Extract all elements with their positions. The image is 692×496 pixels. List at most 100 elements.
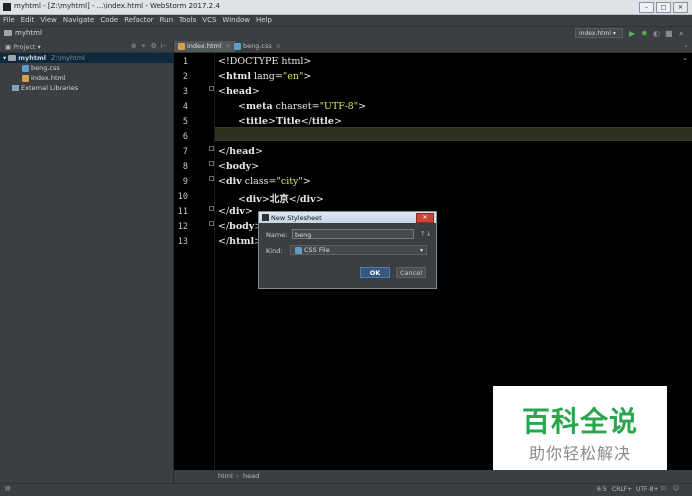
code-line-13: </html>: [218, 236, 262, 247]
folder-icon: [8, 55, 17, 61]
tree-file-index-html[interactable]: index.html: [22, 74, 66, 82]
line-separator[interactable]: CRLF+: [612, 486, 632, 493]
code-line-9: <div class="city">: [218, 176, 311, 187]
html-file-icon: [178, 43, 185, 50]
line-number: 10: [177, 192, 188, 202]
code-line-12: </body>: [218, 221, 262, 232]
inspector-icon[interactable]: ☺: [673, 485, 679, 492]
menu-run[interactable]: Run: [157, 15, 176, 26]
project-view-selector[interactable]: ▣ Project ▾: [5, 43, 41, 51]
nav-project-crumb[interactable]: myhtml: [4, 29, 42, 37]
search-icon[interactable]: ⌕: [679, 29, 683, 39]
menu-vcs[interactable]: VCS: [199, 15, 219, 26]
file-encoding[interactable]: UTF-8+: [636, 486, 659, 493]
editor-tab-bar: index.html × beng.css × ⌄: [174, 41, 692, 53]
line-number: 3: [182, 87, 188, 97]
maximize-button[interactable]: □: [656, 2, 671, 13]
watermark-title: 百科全说: [521, 405, 638, 438]
tree-external-label: External Libraries: [21, 84, 79, 92]
line-number: 2: [182, 72, 188, 82]
dialog-app-icon: [262, 214, 269, 221]
inspection-chevron-icon[interactable]: ⌄: [682, 54, 688, 62]
menu-window[interactable]: Window: [219, 15, 253, 26]
line-number: 12: [177, 222, 188, 232]
tool-windows-icon[interactable]: ▤: [5, 485, 11, 492]
fold-marker-icon[interactable]: [209, 161, 214, 166]
window-controls: – □ ✕: [639, 2, 688, 13]
fold-marker-icon[interactable]: [209, 206, 214, 211]
tab-label: beng.css: [243, 42, 272, 50]
menu-file[interactable]: File: [0, 15, 18, 26]
css-file-icon: [22, 64, 29, 72]
kind-select[interactable]: CSS File ▾: [290, 245, 427, 255]
project-tool-window: ▣ Project ▾ ⊕ ÷ ⚙ ⊢ ▾ myhtml Z:\myhtml b…: [0, 41, 176, 483]
menu-help[interactable]: Help: [253, 15, 275, 26]
tab-index-html[interactable]: index.html ×: [174, 41, 235, 52]
hide-icon[interactable]: ⊢: [161, 42, 167, 50]
css-file-icon: [295, 246, 302, 254]
code-line-10: <div>北京</div>: [238, 194, 324, 205]
coverage-icon[interactable]: ◐: [653, 29, 660, 39]
folder-icon: [4, 30, 12, 36]
expand-arrow-icon: ▾: [3, 54, 7, 62]
fold-marker-icon[interactable]: [209, 86, 214, 91]
dialog-title-bar: New Stylesheet ✕: [259, 212, 436, 223]
window-title: myhtml - [Z:\myhtml] - ...\index.html - …: [14, 2, 220, 10]
webstorm-app-icon: [3, 3, 11, 11]
collapse-icon[interactable]: ÷: [141, 42, 147, 50]
library-icon: [12, 85, 19, 91]
navigation-bar: myhtml index.html ▾ ▶ ✹ ◐ ■ ⌕: [0, 26, 692, 42]
nav-project-label: myhtml: [15, 29, 42, 37]
breadcrumb-html[interactable]: html: [218, 472, 233, 480]
debug-icon[interactable]: ✹: [641, 29, 648, 39]
window-title-bar: myhtml - [Z:\myhtml] - ...\index.html - …: [0, 0, 692, 15]
tab-beng-css[interactable]: beng.css ×: [230, 41, 285, 52]
breadcrumb-separator-icon: ›: [236, 472, 239, 480]
fold-marker-icon[interactable]: [209, 221, 214, 226]
cancel-button[interactable]: Cancel: [396, 267, 426, 278]
line-number: 4: [182, 102, 188, 112]
line-number: 8: [182, 162, 188, 172]
dialog-close-button[interactable]: ✕: [416, 213, 434, 223]
gear-icon[interactable]: ⚙: [151, 42, 157, 50]
menu-navigate[interactable]: Navigate: [60, 15, 97, 26]
code-line-11: </div>: [218, 206, 253, 217]
gutter-divider: [214, 53, 215, 470]
minimize-button[interactable]: –: [639, 2, 654, 13]
line-number: 6: [182, 132, 188, 142]
tab-close-icon[interactable]: ×: [276, 41, 281, 52]
run-icon[interactable]: ▶: [629, 29, 635, 39]
lock-icon[interactable]: ⊡: [661, 485, 666, 492]
html-file-icon: [22, 74, 29, 82]
menu-edit[interactable]: Edit: [18, 15, 38, 26]
caret-position[interactable]: 6:5: [597, 486, 607, 493]
line-number: 11: [177, 207, 188, 217]
name-input[interactable]: beng: [292, 229, 414, 239]
close-button[interactable]: ✕: [673, 2, 688, 13]
menu-tools[interactable]: Tools: [176, 15, 199, 26]
kind-value: CSS File: [304, 246, 330, 254]
ok-button[interactable]: OK: [360, 267, 390, 278]
locate-icon[interactable]: ⊕: [131, 42, 137, 50]
sort-icon[interactable]: ↑↓: [420, 230, 432, 238]
menu-view[interactable]: View: [37, 15, 60, 26]
fold-marker-icon[interactable]: [209, 176, 214, 181]
tree-root-myhtml[interactable]: ▾ myhtml Z:\myhtml: [0, 53, 176, 63]
menu-bar: File Edit View Navigate Code Refactor Ru…: [0, 15, 692, 26]
menu-refactor[interactable]: Refactor: [121, 15, 156, 26]
tree-external-libraries[interactable]: External Libraries: [12, 84, 78, 92]
menu-code[interactable]: Code: [97, 15, 121, 26]
line-number: 7: [182, 147, 188, 157]
tree-file-beng-css[interactable]: beng.css: [22, 64, 60, 72]
fold-marker-icon[interactable]: [209, 146, 214, 151]
stop-icon[interactable]: ■: [665, 29, 673, 39]
line-number: 5: [182, 117, 188, 127]
run-configuration-select[interactable]: index.html ▾: [575, 28, 623, 38]
watermark-subtitle: 助你轻松解决: [528, 444, 631, 463]
project-view-label: Project: [13, 43, 36, 51]
project-panel-tools: ⊕ ÷ ⚙ ⊢: [131, 42, 167, 50]
tab-list-chevron-icon[interactable]: ⌄: [683, 41, 689, 49]
breadcrumb-head[interactable]: head: [243, 472, 259, 480]
editor-gutter: 1 2 3 4 5 6 7 8 9 10 11 12 13: [174, 53, 214, 470]
new-stylesheet-dialog: New Stylesheet ✕ Name: beng ↑↓ Kind: CSS…: [258, 211, 437, 289]
